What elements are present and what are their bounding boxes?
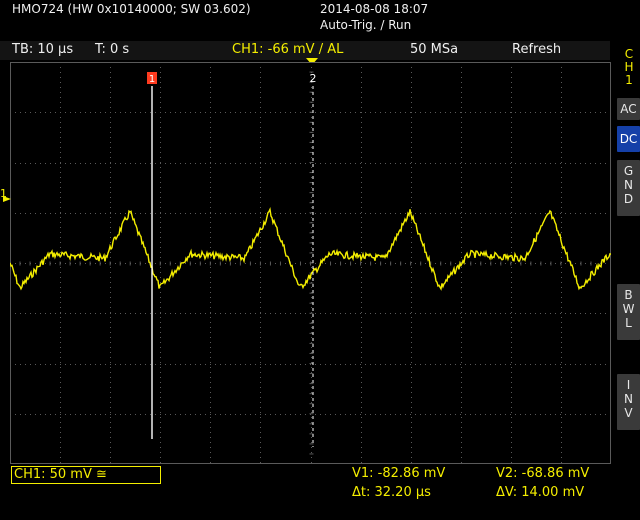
waveform-display[interactable]: 1 2 [10, 62, 611, 464]
bwl-button[interactable]: B W L [617, 284, 640, 340]
sample-rate-readout[interactable]: 50 MSa [410, 42, 458, 57]
gnd-g: G [623, 164, 634, 178]
ch1-level-arrow-icon [3, 196, 11, 202]
coupling-gnd-button[interactable]: G N D [617, 160, 640, 216]
graticule-grid [10, 62, 611, 464]
ch1-trigger-readout[interactable]: CH1: -66 mV / AL [232, 42, 343, 57]
coupling-ac-button[interactable]: AC [617, 98, 640, 120]
ch1-waveform-trace [10, 206, 611, 291]
bwl-b: B [624, 288, 633, 302]
inv-v: V [624, 406, 633, 420]
bwl-w: W [622, 302, 635, 316]
trigger-state: Auto-Trig. / Run [320, 18, 412, 32]
invert-button[interactable]: I N V [617, 374, 640, 430]
cursor-dv-readout: ΔV: 14.00 mV [496, 485, 585, 500]
gnd-d: D [623, 192, 634, 206]
gnd-n: N [624, 178, 633, 192]
channel-label-1: 1 [625, 73, 633, 87]
model-info: HMO724 (HW 0x10140000; SW 03.602) [12, 2, 251, 16]
cursor-dt-readout: Δt: 32.20 µs [352, 485, 431, 500]
bwl-l: L [625, 316, 632, 330]
cursor-v2-readout: V2: -68.86 mV [496, 466, 590, 481]
cursor-v1-readout: V1: -82.86 mV [352, 466, 446, 481]
channel-label: C H 1 [622, 48, 636, 87]
cursor-1-label: 1 [149, 74, 155, 85]
trigger-time-readout[interactable]: T: 0 s [95, 42, 129, 57]
datetime: 2014-08-08 18:07 [320, 2, 429, 16]
ch1-scale-readout[interactable]: CH1: 50 mV ≅ [11, 466, 161, 484]
acquisition-mode[interactable]: Refresh [512, 42, 561, 57]
inv-i: I [626, 378, 631, 392]
inv-n: N [624, 392, 633, 406]
timebase-readout[interactable]: TB: 10 µs [12, 42, 73, 57]
cursor-2-label: 2 [310, 72, 317, 85]
coupling-dc-button[interactable]: DC [617, 126, 640, 152]
